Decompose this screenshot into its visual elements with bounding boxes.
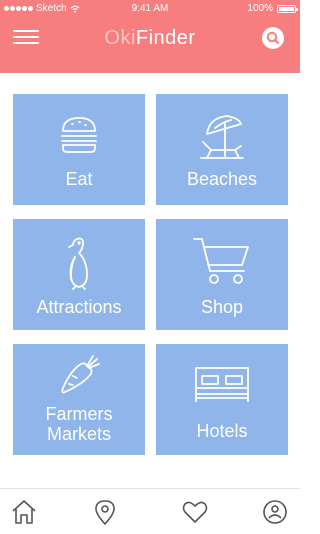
tab-favorites[interactable] [182, 499, 208, 525]
tab-profile[interactable] [262, 499, 288, 525]
tab-bar [0, 488, 300, 534]
heart-icon [182, 501, 208, 523]
penguin-icon [68, 237, 88, 290]
location-pin-icon [95, 500, 115, 526]
category-label-hotels: Hotels [196, 421, 248, 441]
battery-icon [277, 4, 298, 13]
category-label-farmers: Farmers [45, 404, 113, 424]
category-label-markets: Markets [46, 424, 111, 444]
search-button[interactable] [262, 27, 284, 49]
category-tile-eat[interactable]: Eat [13, 94, 145, 205]
shopping-cart-icon [193, 238, 249, 284]
tab-home[interactable] [11, 499, 37, 525]
search-icon [266, 31, 279, 44]
carrot-icon [61, 355, 100, 394]
battery-percent: 100% [247, 3, 273, 14]
app-header: Sketch 9:41 AM 100% OkiFinder [0, 0, 300, 73]
app-title: OkiFinder [0, 27, 300, 50]
category-tile-attractions[interactable]: Attractions [13, 219, 145, 330]
status-right: 100% [247, 3, 298, 14]
app-title-finder: Finder [135, 27, 196, 49]
app-title-oki: Oki [104, 27, 136, 49]
category-tile-farmers-markets[interactable]: Farmers Markets [13, 344, 145, 455]
status-bar: Sketch 9:41 AM 100% [0, 0, 300, 18]
category-label-shop: Shop [200, 297, 244, 317]
category-label-beaches: Beaches [186, 169, 258, 189]
bed-icon [195, 367, 249, 402]
profile-icon [263, 500, 287, 524]
category-label-attractions: Attractions [36, 297, 122, 317]
tab-location[interactable] [92, 499, 118, 526]
category-label-eat: Eat [65, 169, 93, 189]
category-tile-hotels[interactable]: Hotels [156, 344, 288, 455]
home-icon [12, 500, 36, 524]
category-tile-shop[interactable]: Shop [156, 219, 288, 330]
beach-umbrella-icon [200, 115, 244, 159]
category-tile-beaches[interactable]: Beaches [156, 94, 288, 205]
burger-icon [61, 117, 97, 153]
